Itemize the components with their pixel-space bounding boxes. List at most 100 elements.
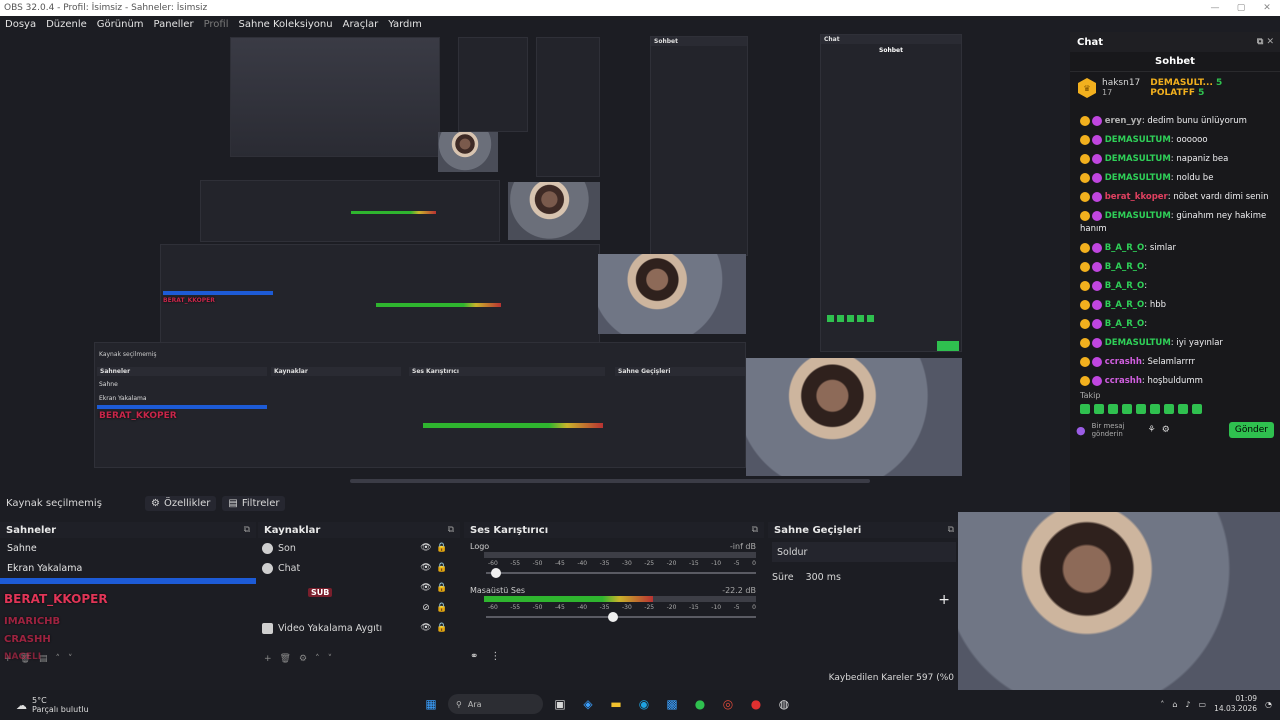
volume-slider[interactable] [486,568,756,578]
minimize-icon[interactable]: — [1202,3,1228,13]
scene-item-selected[interactable] [0,578,256,584]
task-view-icon[interactable]: ▣ [549,693,571,715]
preview-canvas[interactable]: Sohbet BERAT_KKOPER Chat Sohbet Kaynak s… [0,32,1060,476]
dock-controls-icon[interactable]: ⧉ ✕ [1257,37,1280,47]
up-icon[interactable]: ˄ [56,654,61,664]
file-explorer-icon[interactable]: ▬ [605,693,627,715]
source-item[interactable]: Chat 👁 🔒 [258,558,460,578]
store-icon[interactable]: ▩ [661,693,683,715]
eye-icon[interactable]: 👁 [420,583,432,593]
emote-icon[interactable] [1080,404,1090,414]
dock-undock-icon[interactable]: ⧉ [244,525,250,535]
chat-username[interactable]: ccrashh [1105,357,1142,367]
add-transition-icon[interactable]: + [938,592,950,608]
close-icon[interactable]: ✕ [1254,3,1280,13]
eye-hidden-icon[interactable]: ⊘ [420,603,432,613]
menu-profil[interactable]: Profil [199,19,234,30]
weather-widget[interactable]: ☁ 5°C Parçalı bulutlu [0,696,89,714]
chat-username[interactable]: DEMASULTUM [1105,173,1171,183]
chat-username[interactable]: DEMASULTUM [1105,135,1171,145]
slider-knob[interactable] [491,568,502,578]
properties-button[interactable]: ⚙ Özellikler [145,495,217,511]
source-item[interactable]: ⊘ 🔒 [258,598,460,618]
filter-icon[interactable]: ▤ [39,654,48,664]
mic-icon[interactable]: ● [1076,424,1086,437]
obs-icon[interactable]: ◍ [773,693,795,715]
chat-username[interactable]: ccrashh [1105,376,1142,386]
remove-icon[interactable]: 🗑 [20,654,31,664]
maximize-icon[interactable]: ▢ [1228,3,1254,13]
down-icon[interactable]: ˅ [328,654,333,664]
add-icon[interactable]: + [4,654,12,664]
emote-icon[interactable] [1150,404,1160,414]
scrollbar-thumb[interactable] [350,479,870,483]
send-button[interactable]: Gönder [1228,422,1274,438]
source-item[interactable]: Video Yakalama Aygıtı 👁 🔒 [258,618,460,638]
chat-username[interactable]: B_A_R_O [1105,243,1145,253]
filters-button[interactable]: ▤ Filtreler [222,495,286,511]
transition-select[interactable]: Soldur [772,542,956,562]
chat-username[interactable]: DEMASULTUM [1105,154,1171,164]
app-icon[interactable]: ● [745,693,767,715]
chrome-icon[interactable]: ◎ [717,693,739,715]
menu-gorunum[interactable]: Görünüm [92,19,149,30]
lock-icon[interactable]: 🔒 [436,563,448,573]
dock-undock-icon[interactable]: ⧉ [948,525,954,535]
source-item[interactable]: 👁 🔒 [258,578,460,598]
eye-icon[interactable]: 👁 [420,543,432,553]
volume-slider[interactable] [486,612,756,622]
chevron-up-icon[interactable]: ˄ [1160,700,1164,709]
chat-username[interactable]: berat_kkoper [1105,192,1168,202]
copilot-icon[interactable]: ◈ [577,693,599,715]
chat-username[interactable]: DEMASULTUM [1105,338,1171,348]
remove-icon[interactable]: 🗑 [280,654,291,664]
notification-icon[interactable]: ◔ [1265,700,1272,709]
chat-username[interactable]: DEMASULTUM [1105,211,1171,221]
gear-icon[interactable]: ⚙ [1162,425,1170,435]
slider-knob[interactable] [607,612,618,622]
add-icon[interactable]: + [264,654,272,664]
lock-icon[interactable]: 🔒 [436,583,448,593]
menu-duzenle[interactable]: Düzenle [41,19,92,30]
battery-icon[interactable]: ▭ [1199,700,1207,709]
eye-icon[interactable]: 👁 [420,563,432,573]
dock-undock-icon[interactable]: ⧉ [448,525,454,535]
emote-icon[interactable] [1136,404,1146,414]
duration-input[interactable]: 300 ms [806,572,841,583]
preview-scrollbar[interactable] [0,476,1060,486]
scene-item[interactable]: Ekran Yakalama [0,558,256,578]
chat-username[interactable]: B_A_R_O [1105,262,1145,272]
source-item[interactable]: Son 👁 🔒 [258,538,460,558]
down-icon[interactable]: ˅ [68,654,73,664]
menu-sahne-koleksiyonu[interactable]: Sahne Koleksiyonu [234,19,338,30]
dock-undock-icon[interactable]: ⧉ [752,525,758,535]
more-icon[interactable]: ⋮ [490,651,500,662]
menu-yardim[interactable]: Yardım [383,19,427,30]
lock-icon[interactable]: 🔒 [436,623,448,633]
emote-icon[interactable] [1122,404,1132,414]
lock-icon[interactable]: 🔒 [436,603,448,613]
emote-icon[interactable] [1094,404,1104,414]
edge-icon[interactable]: ◉ [633,693,655,715]
chat-username[interactable]: B_A_R_O [1105,281,1145,291]
windows-start-icon[interactable]: ▦ [420,693,442,715]
chat-username[interactable]: B_A_R_O [1105,319,1145,329]
emote-icon[interactable] [1192,404,1202,414]
clock[interactable]: 01:09 14.03.2026 [1214,694,1257,714]
taskbar-search[interactable]: ⚲ Ara [448,694,543,714]
menu-araclar[interactable]: Araçlar [338,19,384,30]
eye-icon[interactable]: 👁 [420,623,432,633]
scene-item[interactable]: Sahne [0,538,256,558]
gift-icon[interactable]: ⚘ [1148,425,1156,435]
gear-icon[interactable]: ⚙ [299,654,307,664]
up-icon[interactable]: ˄ [315,654,320,664]
menu-paneller[interactable]: Paneller [149,19,199,30]
menu-dosya[interactable]: Dosya [0,19,41,30]
emote-icon[interactable] [1108,404,1118,414]
chat-username[interactable]: B_A_R_O [1105,300,1145,310]
volume-icon[interactable]: ♪ [1185,700,1190,709]
chat-input[interactable]: Bir mesaj gönderin [1092,422,1142,438]
emote-icon[interactable] [1178,404,1188,414]
network-icon[interactable]: ⌂ [1172,700,1177,709]
spotify-icon[interactable]: ● [689,693,711,715]
